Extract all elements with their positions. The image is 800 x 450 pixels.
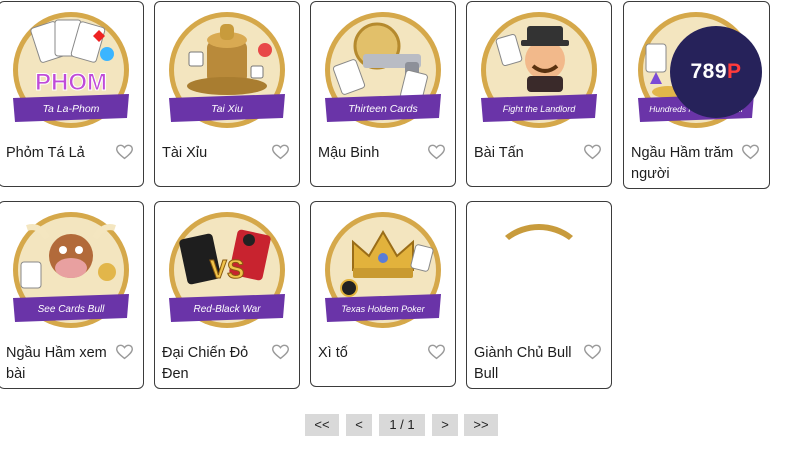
game-card-mau-binh[interactable]: Thirteen Cards Mậu Binh — [310, 1, 456, 187]
game-art-phom: PHOM Ta La-Phom — [7, 10, 135, 138]
game-art-xi-to: Texas Holdem Poker — [319, 210, 447, 338]
game-title: Xì tố — [318, 345, 348, 361]
heart-outline-icon[interactable] — [272, 344, 289, 360]
heart-outline-icon[interactable] — [116, 144, 133, 160]
logo-text: 789P — [690, 60, 742, 83]
game-art-dai-chien-do-den: VS Red-Black War — [163, 210, 291, 338]
game-title: Ngầu Hầm xem bài — [6, 345, 107, 382]
ribbon-text: Red-Black War — [193, 304, 261, 315]
prev-page-button[interactable]: < — [346, 414, 372, 436]
game-card-dai-chien-do-den[interactable]: VS Red-Black War Đại Chiến Đỏ Đen — [154, 201, 300, 389]
ribbon-text: Ta La-Phom — [43, 103, 100, 115]
pagination: << < 1 / 1 > >> — [0, 414, 800, 436]
game-card-phom[interactable]: PHOM Ta La-Phom Phỏm Tá Lả — [0, 1, 144, 187]
heart-outline-icon[interactable] — [272, 144, 289, 160]
game-title: Giành Chủ Bull Bull — [474, 345, 572, 382]
game-art-ngau-ham-xem-bai: See Cards Bull — [7, 210, 135, 338]
game-art-tai-xiu: Tai Xiu — [163, 10, 291, 138]
last-page-button[interactable]: >> — [464, 414, 498, 436]
game-card-xi-to[interactable]: Texas Holdem Poker Xì tố — [310, 201, 456, 387]
game-title: Ngầu Hầm trăm người — [631, 145, 734, 182]
game-art-gianh-chu-bull-bull — [475, 210, 603, 338]
game-art-mau-binh: Thirteen Cards — [319, 10, 447, 138]
ribbon-text: Tai Xiu — [211, 103, 243, 115]
heart-outline-icon[interactable] — [584, 144, 601, 160]
game-card-bai-tan[interactable]: Fight the Landlord Bài Tấn — [466, 1, 612, 187]
vs-art-text: VS — [210, 254, 245, 284]
ribbon-text: Thirteen Cards — [348, 103, 418, 115]
game-title: Đại Chiến Đỏ Đen — [162, 345, 249, 382]
game-card-gianh-chu-bull-bull[interactable]: Giành Chủ Bull Bull — [466, 201, 612, 389]
game-card-tai-xiu[interactable]: Tai Xiu Tài Xỉu — [154, 1, 300, 187]
game-title: Bài Tấn — [474, 145, 524, 161]
ribbon-text: Fight the Landlord — [503, 104, 577, 114]
ribbon-text: Texas Holdem Poker — [341, 304, 425, 314]
next-page-button[interactable]: > — [432, 414, 458, 436]
heart-outline-icon[interactable] — [428, 144, 445, 160]
page-indicator: 1 / 1 — [379, 414, 425, 436]
phom-art-text: PHOM — [35, 69, 107, 96]
heart-outline-icon[interactable] — [428, 344, 445, 360]
heart-outline-icon[interactable] — [116, 344, 133, 360]
game-art-bai-tan: Fight the Landlord — [475, 10, 603, 138]
site-logo-badge[interactable]: 789P — [670, 26, 762, 118]
ribbon-text: See Cards Bull — [38, 304, 105, 315]
game-title: Tài Xỉu — [162, 145, 208, 161]
game-title: Phỏm Tá Lả — [6, 145, 85, 161]
game-card-ngau-ham-xem-bai[interactable]: See Cards Bull Ngầu Hầm xem bài — [0, 201, 144, 389]
heart-outline-icon[interactable] — [584, 344, 601, 360]
heart-outline-icon[interactable] — [742, 144, 759, 160]
first-page-button[interactable]: << — [305, 414, 339, 436]
game-title: Mậu Binh — [318, 145, 380, 161]
